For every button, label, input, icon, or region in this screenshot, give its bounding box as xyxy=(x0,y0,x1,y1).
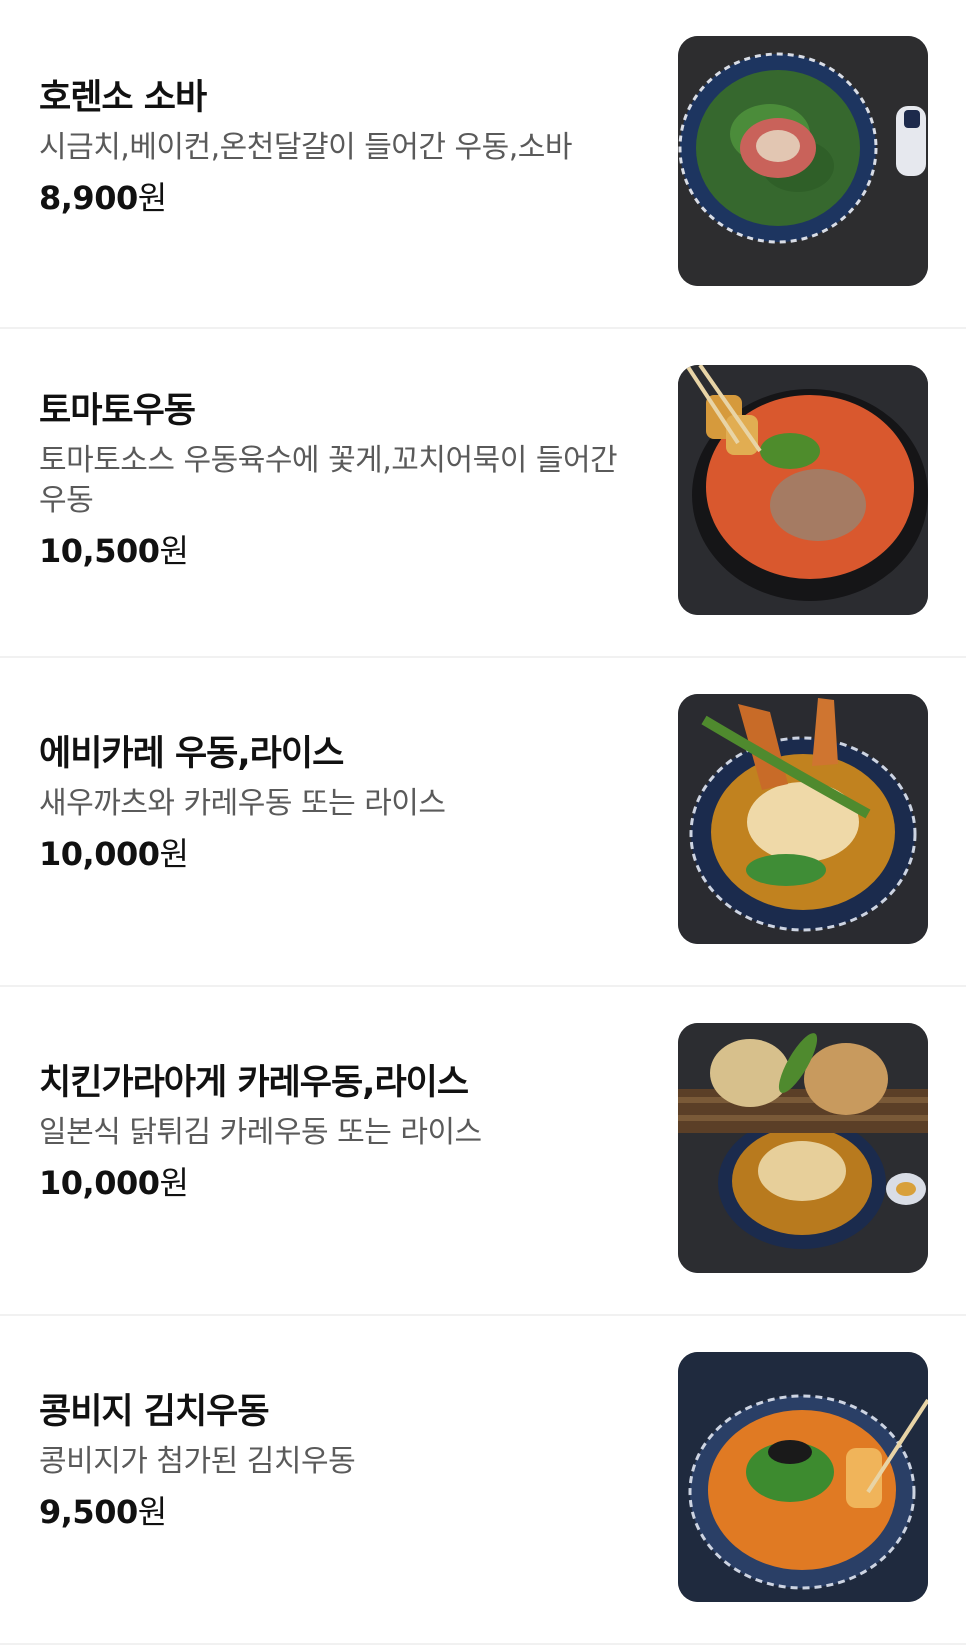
price-value: 10,500 xyxy=(39,532,160,570)
menu-item-name: 에비카레 우동,라이스 xyxy=(39,734,344,774)
price-currency: 원 xyxy=(137,179,167,217)
menu-item-price: 10,500원 xyxy=(39,531,639,571)
menu-list: 호렌소 소바 시금치,베이컨,온천달걀이 들어간 우동,소바 8,900원 토마… xyxy=(0,0,966,1645)
menu-item-price: 10,000원 xyxy=(39,1163,639,1203)
price-value: 10,000 xyxy=(39,1164,160,1202)
menu-item-price: 9,500원 xyxy=(39,1492,639,1532)
menu-item[interactable]: 에비카레 우동,라이스 새우까츠와 카레우동 또는 라이스 10,000원 xyxy=(0,658,966,987)
menu-item-text: 호렌소 소바 시금치,베이컨,온천달걀이 들어간 우동,소바 8,900원 xyxy=(39,76,639,218)
shrimp-curry-udon-photo[interactable] xyxy=(678,694,928,944)
menu-item-description: 시금치,베이컨,온천달걀이 들어간 우동,소바 xyxy=(39,130,572,165)
menu-item-description: 토마토소스 우동육수에 꽃게,꼬치어묵이 들어간 우동 xyxy=(39,443,618,518)
price-value: 8,900 xyxy=(39,179,138,217)
menu-item[interactable]: 토마토우동 토마토소스 우동육수에 꽃게,꼬치어묵이 들어간 우동 10,500… xyxy=(0,329,966,658)
price-currency: 원 xyxy=(137,1493,167,1531)
tomato-udon-pot-photo[interactable] xyxy=(678,365,928,615)
menu-item-name: 콩비지 김치우동 xyxy=(39,1392,270,1432)
price-value: 9,500 xyxy=(39,1493,138,1531)
price-currency: 원 xyxy=(159,532,189,570)
price-currency: 원 xyxy=(159,1164,189,1202)
price-value: 10,000 xyxy=(39,835,160,873)
chicken-karaage-curry-udon-photo[interactable] xyxy=(678,1023,928,1273)
menu-item-text: 콩비지 김치우동 콩비지가 첨가된 김치우동 9,500원 xyxy=(39,1390,639,1532)
menu-item[interactable]: 치킨가라아게 카레우동,라이스 일본식 닭튀김 카레우동 또는 라이스 10,0… xyxy=(0,987,966,1316)
menu-item[interactable]: 콩비지 김치우동 콩비지가 첨가된 김치우동 9,500원 xyxy=(0,1316,966,1645)
menu-item-description: 일본식 닭튀김 카레우동 또는 라이스 xyxy=(39,1115,482,1150)
menu-item-description: 새우까츠와 카레우동 또는 라이스 xyxy=(39,786,446,821)
menu-item[interactable]: 호렌소 소바 시금치,베이컨,온천달걀이 들어간 우동,소바 8,900원 xyxy=(0,0,966,329)
price-currency: 원 xyxy=(159,835,189,873)
menu-item-text: 에비카레 우동,라이스 새우까츠와 카레우동 또는 라이스 10,000원 xyxy=(39,732,639,874)
menu-item-price: 8,900원 xyxy=(39,178,639,218)
menu-item-text: 치킨가라아게 카레우동,라이스 일본식 닭튀김 카레우동 또는 라이스 10,0… xyxy=(39,1061,639,1203)
menu-item-text: 토마토우동 토마토소스 우동육수에 꽃게,꼬치어묵이 들어간 우동 10,500… xyxy=(39,389,639,571)
spinach-soba-bowl-photo[interactable] xyxy=(678,36,928,286)
menu-item-name: 토마토우동 xyxy=(39,391,196,431)
menu-item-name: 호렌소 소바 xyxy=(39,78,207,118)
kimchi-udon-bowl-photo[interactable] xyxy=(678,1352,928,1602)
menu-item-price: 10,000원 xyxy=(39,834,639,874)
menu-item-description: 콩비지가 첨가된 김치우동 xyxy=(39,1444,356,1479)
menu-item-name: 치킨가라아게 카레우동,라이스 xyxy=(39,1063,469,1103)
